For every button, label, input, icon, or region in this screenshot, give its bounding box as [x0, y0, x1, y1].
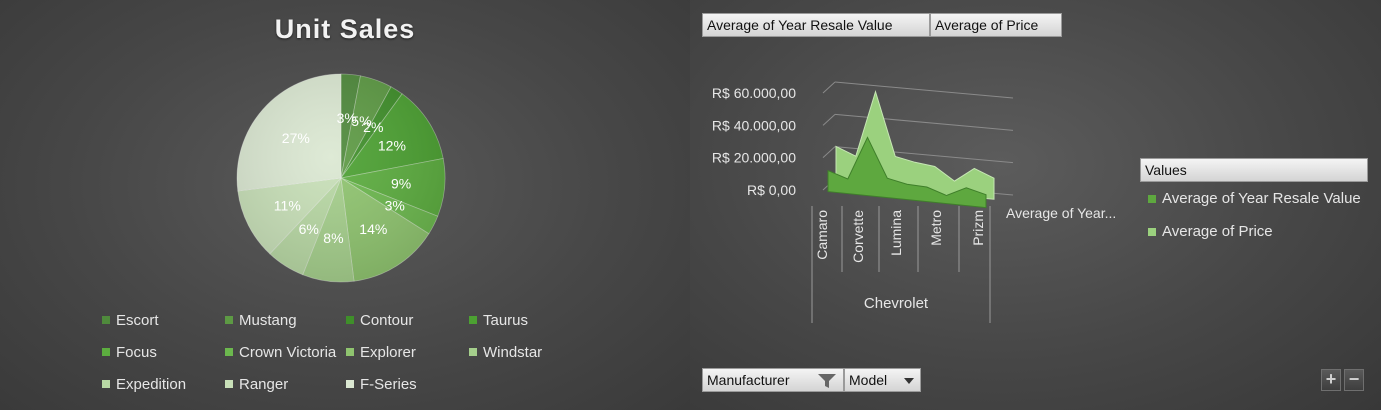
y-tick-label: R$ 0,00 — [747, 182, 796, 198]
collapse-field-button[interactable]: − — [1344, 369, 1364, 391]
manufacturer-field-button[interactable]: Manufacturer — [702, 368, 844, 392]
pie-data-label-ranger: 11% — [274, 197, 301, 213]
pie-data-label-explorer: 14% — [359, 221, 387, 237]
legend-item-contour: Contour — [346, 310, 413, 330]
pie-chart-panel: Unit Sales 3% 5% 2% 12% 9% 3% 14% 8% 6% 11% 27% Es… — [0, 0, 690, 410]
resale-field-button[interactable]: Average of Year Resale Value — [702, 13, 930, 37]
x-tick-label-lumina: Lumina — [888, 210, 904, 256]
gridline-depth — [822, 113, 836, 126]
legend-item-f-series: F-Series — [346, 374, 417, 394]
legend-item-crown-victoria: Crown Victoria — [225, 342, 336, 362]
legend-item-explorer: Explorer — [346, 342, 416, 362]
legend-swatch-escort — [102, 316, 110, 324]
legend-item-mustang: Mustang — [225, 310, 297, 330]
legend-label-contour: Contour — [360, 311, 414, 329]
pie-data-label-crown-victoria: 3% — [385, 197, 405, 213]
legend-label-explorer: Explorer — [360, 343, 416, 361]
pie-data-label-windstar: 8% — [323, 230, 343, 246]
manufacturer-field-label: Manufacturer — [707, 372, 790, 388]
gridline-depth — [822, 146, 836, 159]
legend-swatch-explorer — [346, 348, 354, 356]
legend-label-focus: Focus — [116, 343, 157, 361]
values-legend-item-resale: Average of Year Resale Value — [1148, 190, 1361, 207]
legend-swatch-f-series — [346, 380, 354, 388]
legend-swatch-expedition — [102, 380, 110, 388]
legend-label-expedition: Expedition — [116, 375, 187, 393]
legend-swatch-focus — [102, 348, 110, 356]
y-tick-label: R$ 60.000,00 — [712, 85, 796, 101]
depth-axis-label: Average of Year... — [1006, 205, 1116, 221]
legend-swatch-price — [1148, 227, 1156, 236]
gridline-depth — [822, 81, 836, 94]
expand-field-button[interactable]: + — [1321, 369, 1341, 391]
legend-label-mustang: Mustang — [239, 311, 297, 329]
values-legend-label-price: Average of Price — [1162, 223, 1273, 240]
price-field-button[interactable]: Average of Price — [930, 13, 1062, 37]
gridline — [834, 81, 1014, 99]
legend-swatch-contour — [346, 316, 354, 324]
values-legend-item-price: Average of Price — [1148, 223, 1273, 240]
x-tick-label-metro: Metro — [928, 210, 944, 246]
model-field-label: Model — [849, 372, 888, 388]
legend-item-windstar: Windstar — [469, 342, 542, 362]
legend-swatch-crown-victoria — [225, 348, 233, 356]
legend-swatch-taurus — [469, 316, 477, 324]
plus-icon: + — [1325, 369, 1337, 389]
gridline — [834, 113, 1014, 131]
legend-label-windstar: Windstar — [483, 343, 543, 361]
legend-item-expedition: Expedition — [102, 374, 186, 394]
resale-field-label: Average of Year Resale Value — [707, 17, 893, 33]
x-tick-label-camaro: Camaro — [814, 210, 830, 260]
x-tick-label-prizm: Prizm — [970, 210, 986, 246]
legend-label-crown-victoria: Crown Victoria — [239, 343, 337, 361]
pie-data-label-contour: 2% — [363, 119, 383, 135]
legend-label-ranger: Ranger — [239, 375, 289, 393]
pie-data-label-expedition: 6% — [299, 221, 319, 237]
legend-item-focus: Focus — [102, 342, 157, 362]
legend-item-ranger: Ranger — [225, 374, 288, 394]
chevron-down-icon[interactable] — [904, 378, 914, 384]
price-field-label: Average of Price — [935, 17, 1039, 33]
legend-label-f-series: F-Series — [360, 375, 417, 393]
pie-data-label-focus: 9% — [391, 176, 411, 192]
filter-icon[interactable] — [817, 373, 837, 389]
legend-swatch-ranger — [225, 380, 233, 388]
y-tick-label: R$ 20.000,00 — [712, 150, 796, 166]
area-chart: R$ 0,00 R$ 20.000,00 R$ 40.000,00 R$ 60.000… — [712, 81, 1116, 323]
x-tick-label-corvette: Corvette — [850, 210, 866, 263]
legend-swatch-resale — [1148, 194, 1156, 203]
pie-chart: 3%5%2%12%9%3%14%8%6%11%27% — [236, 73, 446, 283]
group-axis-label: Chevrolet — [864, 295, 929, 312]
legend-item-escort: Escort — [102, 310, 159, 330]
y-tick-label: R$ 40.000,00 — [712, 117, 796, 133]
pie-data-label-taurus: 12% — [378, 138, 406, 154]
legend-item-taurus: Taurus — [469, 310, 528, 330]
legend-label-taurus: Taurus — [483, 311, 529, 329]
model-field-button[interactable]: Model — [844, 368, 921, 392]
values-legend-header[interactable]: Values — [1140, 158, 1368, 182]
legend-swatch-windstar — [469, 348, 477, 356]
pie-data-label-f-series: 27% — [282, 130, 310, 146]
minus-icon: − — [1348, 369, 1360, 389]
values-legend-header-label: Values — [1145, 162, 1187, 178]
legend-swatch-mustang — [225, 316, 233, 324]
legend-label-escort: Escort — [116, 311, 159, 329]
values-legend-label-resale: Average of Year Resale Value — [1162, 190, 1361, 207]
